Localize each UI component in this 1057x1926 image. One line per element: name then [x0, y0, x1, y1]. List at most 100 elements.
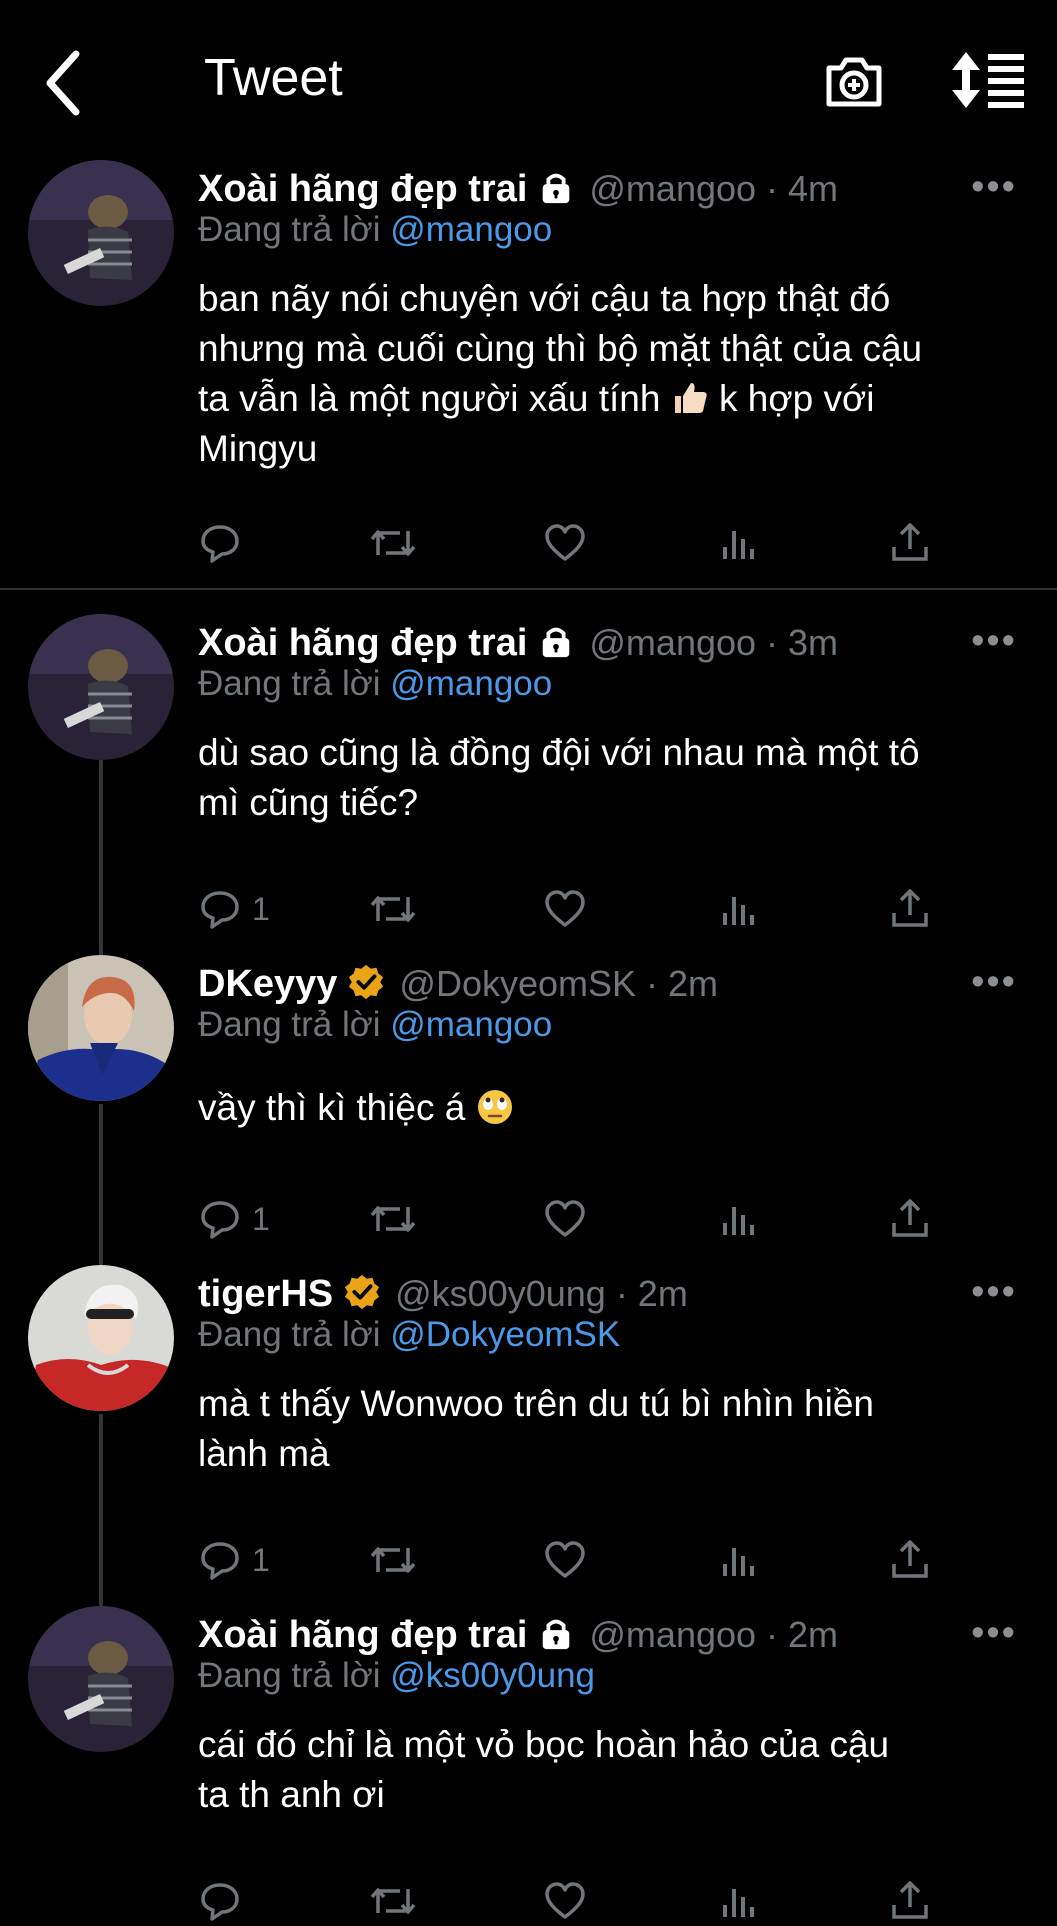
retweet-button[interactable]	[368, 1876, 418, 1926]
tweet-text-line: dù sao cũng là đồng đội với nhau mà một …	[198, 732, 920, 773]
reply-button[interactable]: 1	[198, 1194, 270, 1244]
reply-mention[interactable]: @ks00y0ung	[390, 1656, 595, 1695]
display-name[interactable]: Xoài hãng đẹp trai	[198, 1614, 527, 1657]
more-icon[interactable]: •••	[971, 166, 1017, 209]
views-button[interactable]	[718, 1876, 762, 1926]
tweet-text-line: ban nãy nói chuyện với cậu ta hợp thật đ…	[198, 278, 891, 319]
avatar[interactable]	[28, 160, 174, 306]
reply-button[interactable]: 1	[198, 1535, 270, 1585]
handle-time: @mangoo · 3m	[589, 622, 839, 663]
more-icon[interactable]: •••	[971, 1271, 1017, 1314]
reply-prefix: Đang trả lời	[198, 1315, 381, 1354]
camera-button[interactable]	[823, 50, 885, 112]
views-button[interactable]	[718, 518, 762, 568]
reply-icon	[201, 1883, 239, 1921]
reply-to: Đang trả lời @DokyeomSK	[198, 1315, 620, 1355]
avatar-image	[28, 1265, 174, 1411]
divider	[0, 588, 1057, 590]
analytics-icon	[723, 1207, 754, 1235]
views-button[interactable]	[718, 1194, 762, 1244]
tweet[interactable]: Xoài hãng đẹp trai @mangoo · 4m ••• Đang…	[0, 160, 1057, 580]
share-button[interactable]	[888, 884, 932, 934]
retweet-button[interactable]	[368, 1535, 418, 1585]
heart-icon	[545, 1882, 585, 1919]
tweet-actions: 1	[198, 1535, 1028, 1585]
share-button[interactable]	[888, 1535, 932, 1585]
avatar-image	[28, 955, 174, 1101]
handle-time: @mangoo · 4m	[589, 168, 839, 209]
avatar[interactable]	[28, 1606, 174, 1752]
thumbs-up-emoji-icon	[671, 379, 709, 417]
reply-mention[interactable]: @DokyeomSK	[390, 1315, 620, 1354]
reply-to: Đang trả lời @ks00y0ung	[198, 1656, 595, 1696]
reply-prefix: Đang trả lời	[198, 210, 381, 249]
more-icon[interactable]: •••	[971, 961, 1017, 1004]
retweet-button[interactable]	[368, 518, 418, 568]
more-icon[interactable]: •••	[971, 1612, 1017, 1655]
retweet-icon	[370, 1547, 416, 1573]
reply-button[interactable]	[198, 1876, 242, 1926]
tweet[interactable]: DKeyyy @DokyeomSK · 2m ••• Đang trả lời …	[0, 955, 1057, 1255]
eye-roll-emoji-icon	[476, 1088, 514, 1126]
display-name[interactable]: tigerHS	[198, 1273, 333, 1316]
camera-add-icon	[826, 57, 882, 107]
reply-mention[interactable]: @mangoo	[390, 664, 552, 703]
retweet-button[interactable]	[368, 1194, 418, 1244]
like-button[interactable]	[543, 1876, 587, 1926]
tweet-actions	[198, 1876, 1028, 1926]
tweet-header: Xoài hãng đẹp trai @mangoo · 3m	[198, 618, 838, 668]
sort-button[interactable]	[950, 50, 1026, 110]
verified-badge-icon	[347, 963, 385, 1006]
tweet-header: Xoài hãng đẹp trai @mangoo · 4m	[198, 164, 838, 214]
views-button[interactable]	[718, 884, 762, 934]
like-button[interactable]	[543, 518, 587, 568]
avatar[interactable]	[28, 1265, 174, 1411]
tweet-actions: 1	[198, 1194, 1028, 1244]
share-icon	[892, 889, 928, 927]
display-name[interactable]: DKeyyy	[198, 963, 337, 1006]
tweet[interactable]: Xoài hãng đẹp trai @mangoo · 3m ••• Đang…	[0, 614, 1057, 934]
tweet-text-part: k hợp với	[719, 378, 875, 419]
like-button[interactable]	[543, 1194, 587, 1244]
reply-mention[interactable]: @mangoo	[390, 210, 552, 249]
sort-list-icon	[952, 52, 1024, 108]
avatar[interactable]	[28, 955, 174, 1101]
analytics-icon	[723, 1548, 754, 1576]
back-button[interactable]	[40, 48, 86, 118]
reply-prefix: Đang trả lời	[198, 1005, 381, 1044]
tweet-text-line: ta th anh ơi	[198, 1774, 385, 1815]
tweet-text: dù sao cũng là đồng đội với nhau mà một …	[198, 728, 1028, 828]
tweet[interactable]: Xoài hãng đẹp trai @mangoo · 2m ••• Đang…	[0, 1606, 1057, 1921]
share-button[interactable]	[888, 1194, 932, 1244]
reply-icon	[201, 525, 239, 563]
like-button[interactable]	[543, 1535, 587, 1585]
tweet-text-line: mì cũng tiếc?	[198, 782, 419, 823]
retweet-button[interactable]	[368, 884, 418, 934]
reply-icon	[201, 1542, 239, 1580]
avatar-image	[28, 160, 174, 306]
reply-icon	[201, 1201, 239, 1239]
reply-prefix: Đang trả lời	[198, 1656, 381, 1695]
reply-mention[interactable]: @mangoo	[390, 1005, 552, 1044]
tweet-text: cái đó chỉ là một vỏ bọc hoàn hảo của cậ…	[198, 1720, 1028, 1820]
tweet[interactable]: tigerHS @ks00y0ung · 2m ••• Đang trả lời…	[0, 1265, 1057, 1585]
avatar[interactable]	[28, 614, 174, 760]
heart-icon	[545, 1541, 585, 1578]
reply-button[interactable]	[198, 518, 242, 568]
more-icon[interactable]: •••	[971, 620, 1017, 663]
views-button[interactable]	[718, 1535, 762, 1585]
tweet-text-part: vầy thì kì thiệc á	[198, 1087, 466, 1128]
reply-button[interactable]: 1	[198, 884, 270, 934]
reply-count: 1	[252, 1541, 270, 1578]
share-button[interactable]	[888, 1876, 932, 1926]
display-name[interactable]: Xoài hãng đẹp trai	[198, 168, 527, 211]
display-name[interactable]: Xoài hãng đẹp trai	[198, 622, 527, 665]
avatar-image	[28, 1606, 174, 1752]
tweet-text: vầy thì kì thiệc á	[198, 1083, 1028, 1133]
tweet-text: mà t thấy Wonwoo trên du tú bì nhìn hiền…	[198, 1379, 1028, 1479]
share-icon	[892, 523, 928, 561]
share-button[interactable]	[888, 518, 932, 568]
tweet-text-part: ta vẫn là một người xấu tính	[198, 378, 661, 419]
reply-to: Đang trả lời @mangoo	[198, 210, 552, 250]
like-button[interactable]	[543, 884, 587, 934]
